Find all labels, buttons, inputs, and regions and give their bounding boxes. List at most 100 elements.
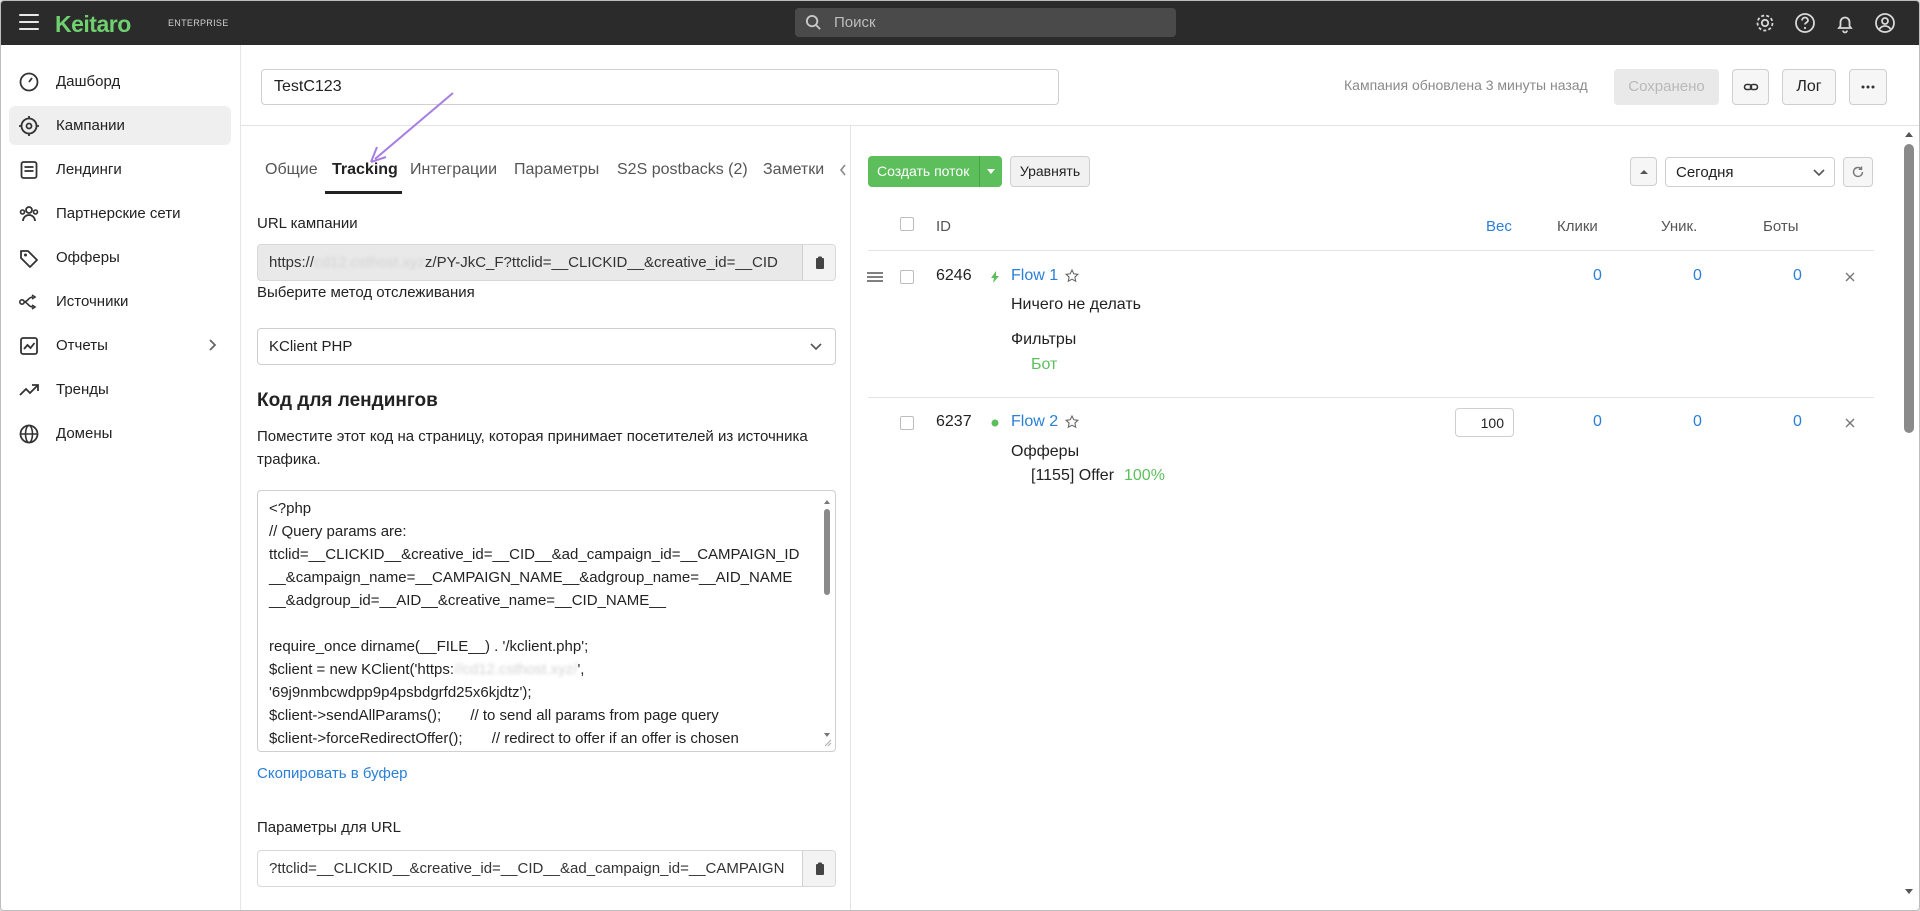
chevron-down-icon [1813,169,1825,177]
search-placeholder: Поиск [834,14,876,31]
flow-name-link[interactable]: Flow 1 [1011,267,1058,285]
refresh-icon [1852,166,1864,178]
row-checkbox[interactable] [900,416,914,430]
tabs-scroll-left-icon[interactable] [839,164,847,176]
sidebar-item-trends[interactable]: Тренды [9,370,231,409]
bell-icon[interactable] [1834,12,1856,34]
star-icon[interactable] [1065,415,1079,429]
tag-icon [20,250,38,268]
tab-general[interactable]: Общие [265,161,318,179]
log-button[interactable]: Лог [1782,69,1836,105]
column-clicks[interactable]: Клики [1557,218,1598,235]
gear-icon[interactable] [1754,12,1776,34]
sidebar: Дашборд Кампании Лендинги Партнерские се… [1,45,241,910]
flow-id: 6246 [936,267,972,284]
sidebar-item-domains[interactable]: Домены [9,414,231,453]
delete-flow-icon[interactable] [1844,271,1856,283]
more-button[interactable] [1849,69,1887,105]
refresh-button[interactable] [1843,157,1873,187]
url-params-field[interactable]: ?ttclid=__CLICKID__&creative_id=__CID__&… [257,850,836,887]
caret-down-icon[interactable] [987,169,995,174]
active-tab-indicator [325,191,402,194]
collapse-button[interactable] [1630,157,1657,186]
tab-parameters[interactable]: Параметры [514,161,599,179]
flow-clicks[interactable]: 0 [1593,413,1602,431]
copy-params-button[interactable] [802,851,835,886]
campaign-settings-panel: Общие Tracking Интеграции Параметры S2S … [241,126,851,910]
flow-filters-label: Фильтры [1011,331,1077,348]
column-uniq[interactable]: Уник. [1661,218,1697,235]
page-scrollbar[interactable] [1897,126,1920,911]
flow-clicks[interactable]: 0 [1593,267,1602,285]
sidebar-item-offers[interactable]: Офферы [9,238,231,277]
sidebar-item-reports[interactable]: Отчеты [9,326,231,365]
sidebar-item-label: Отчеты [56,337,108,354]
lightning-icon [991,271,999,283]
code-scrollbar[interactable] [822,495,832,747]
sidebar-item-label: Кампании [56,117,125,134]
flow-bots[interactable]: 0 [1793,267,1802,285]
copy-url-button[interactable] [802,245,835,280]
sidebar-item-campaigns[interactable]: Кампании [9,106,231,145]
link-icon [1743,83,1758,91]
tracking-method-value: KClient PHP [269,338,353,355]
flow-bots[interactable]: 0 [1793,413,1802,431]
sidebar-item-label: Источники [56,293,129,310]
search-icon [805,14,821,30]
date-range-select[interactable]: Сегодня [1665,157,1835,187]
help-icon[interactable] [1794,12,1816,34]
create-flow-label: Создать поток [877,163,970,179]
button-divider [979,156,980,187]
url-params-label: Параметры для URL [257,819,401,836]
flow-offer-share: 100% [1124,467,1165,484]
column-weight[interactable]: Вес [1486,218,1512,235]
column-bots[interactable]: Боты [1763,218,1799,235]
sidebar-item-sources[interactable]: Источники [9,282,231,321]
row-checkbox[interactable] [900,270,914,284]
flow-weight-input[interactable]: 100 [1455,408,1514,437]
tab-s2s-postbacks[interactable]: S2S postbacks (2) [617,161,748,179]
select-all-checkbox[interactable] [900,217,914,231]
url-suffix: z/PY-JkC_F?ttclid=__CLICKID__&creative_i… [424,254,778,271]
menu-icon[interactable] [19,14,39,30]
search-input[interactable]: Поиск [795,8,1176,37]
tab-notes[interactable]: Заметки [763,161,824,179]
create-flow-button[interactable]: Создать поток [868,156,1002,187]
flow-name-link[interactable]: Flow 2 [1011,413,1058,431]
brand-logo[interactable]: Keitaro [55,11,131,38]
flow-offers-label: Офферы [1011,443,1080,460]
flow-filter-bot: Бот [1031,356,1058,373]
sidebar-item-networks[interactable]: Партнерские сети [9,194,231,233]
star-icon[interactable] [1065,269,1079,283]
save-button[interactable]: Сохранено [1614,69,1719,105]
updated-status: Кампания обновлена 3 минуты назад [1344,77,1588,93]
drag-handle-icon[interactable] [867,272,883,282]
chevron-right-icon [209,339,217,351]
copy-to-clipboard-link[interactable]: Скопировать в буфер [257,765,408,782]
trend-icon [19,384,39,396]
landing-code-textarea[interactable]: <?php // Query params are: ttclid=__CLIC… [257,490,836,752]
flow-action: Ничего не делать [1011,296,1141,313]
account-icon[interactable] [1874,12,1896,34]
clipboard-icon [816,256,824,269]
sidebar-item-label: Дашборд [56,73,121,90]
flow-uniq[interactable]: 0 [1693,413,1702,431]
landing-code-title: Код для лендингов [257,390,438,411]
column-id[interactable]: ID [936,218,951,235]
landing-icon [20,161,38,179]
sidebar-item-landings[interactable]: Лендинги [9,150,231,189]
equalize-button[interactable]: Уравнять [1010,156,1090,187]
method-label: Выберите метод отслеживания [257,284,475,301]
delete-flow-icon[interactable] [1844,417,1856,429]
app-window: Keitaro ENTERPRISE Поиск Дашборд Кампани… [0,0,1920,911]
link-button[interactable] [1732,69,1769,105]
sidebar-item-dashboard[interactable]: Дашборд [9,62,231,101]
dashboard-icon [19,72,39,92]
tracking-method-select[interactable]: KClient PHP [257,328,836,365]
campaign-url-field[interactable]: https://cd12.csthost.xyzz/PY-JkC_F?ttcli… [257,244,836,281]
flow-uniq[interactable]: 0 [1693,267,1702,285]
row-divider [868,397,1874,398]
globe-icon [19,424,39,444]
chevron-down-icon [810,343,822,351]
sidebar-item-label: Тренды [56,381,109,398]
